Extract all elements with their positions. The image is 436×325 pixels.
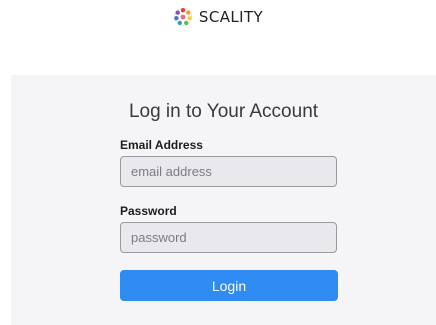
- login-title: Log in to Your Account: [128, 101, 319, 122]
- brand-header: SCALITY: [0, 7, 436, 27]
- email-label: Email Address: [120, 138, 203, 152]
- password-label: Password: [120, 204, 177, 218]
- login-page: SCALITY Log in to Your Account Email Add…: [0, 0, 436, 325]
- login-button[interactable]: Login: [120, 270, 338, 301]
- email-field[interactable]: [120, 156, 337, 187]
- login-panel: Log in to Your Account Email Address Pas…: [11, 75, 436, 325]
- scality-logo-icon: [174, 8, 192, 26]
- password-field[interactable]: [120, 222, 337, 253]
- brand-name: SCALITY: [198, 8, 264, 26]
